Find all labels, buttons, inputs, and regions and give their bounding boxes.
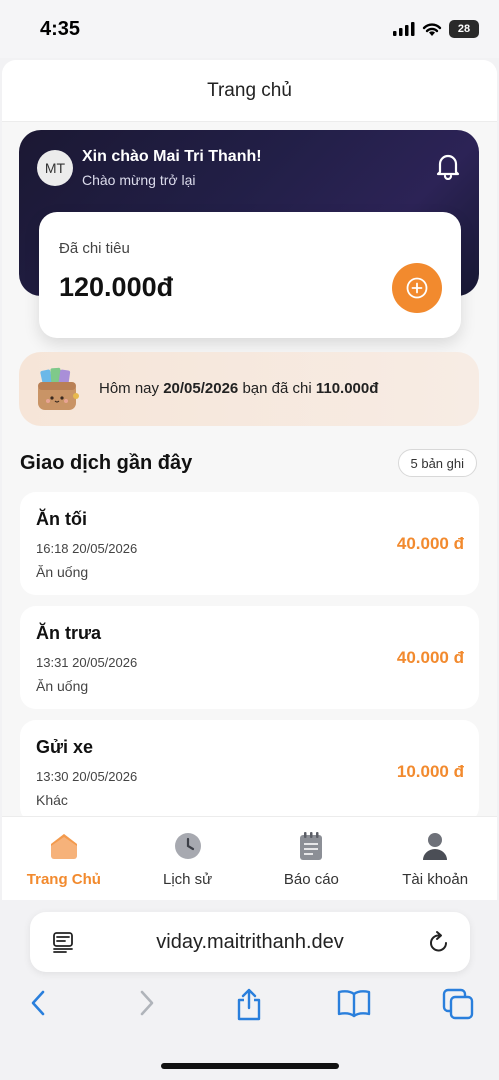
transaction-name: Ăn tối <box>36 509 87 529</box>
nav-label: Báo cáo <box>283 871 339 888</box>
forward-icon[interactable] <box>135 988 157 1018</box>
browser-toolbar: viday.maitrithanh.dev <box>0 900 499 1080</box>
browser-nav-bar <box>0 988 499 1028</box>
status-bar: 4:35 28 <box>0 0 499 58</box>
url-text: viday.maitrithanh.dev <box>156 931 344 953</box>
transaction-item[interactable]: Gửi xe 13:30 20/05/2026 Khác 10.000 đ <box>20 720 479 823</box>
signal-icon <box>393 22 415 36</box>
transaction-time: 16:18 20/05/2026 <box>36 541 138 556</box>
transaction-item[interactable]: Ăn tối 16:18 20/05/2026 Ăn uống 40.000 đ <box>20 492 479 595</box>
wallet-icon <box>38 367 79 410</box>
wifi-icon <box>422 22 442 36</box>
greeting-text: Xin chào Mai Tri Thanh! <box>82 148 262 165</box>
nav-item-account[interactable]: Tài khoản <box>373 817 497 900</box>
spent-value: 120.000đ <box>59 272 174 302</box>
nav-label: Trang Chủ <box>26 871 101 888</box>
bottom-nav: Trang Chủ Lịch sử Báo cáo Tài khoản <box>2 816 497 900</box>
nav-item-home[interactable]: Trang Chủ <box>2 817 126 900</box>
share-icon[interactable] <box>234 988 264 1022</box>
status-time: 4:35 <box>40 18 81 40</box>
clock-icon <box>174 833 201 859</box>
report-icon <box>300 832 323 860</box>
today-summary-banner: Hôm nay 20/05/2026 bạn đã chi 110.000đ <box>19 352 479 426</box>
transaction-category: Khác <box>36 792 68 808</box>
spent-label: Đã chi tiêu <box>59 240 130 257</box>
add-expense-button[interactable] <box>392 263 442 313</box>
back-icon[interactable] <box>28 988 50 1018</box>
nav-item-history[interactable]: Lịch sử <box>126 817 250 900</box>
nav-label: Lịch sử <box>163 871 213 888</box>
transaction-time: 13:30 20/05/2026 <box>36 769 138 784</box>
avatar[interactable]: MT <box>37 150 73 186</box>
transaction-amount: 40.000 đ <box>396 534 464 553</box>
reload-icon[interactable] <box>428 930 450 954</box>
spent-card: Đã chi tiêu 120.000đ <box>39 212 461 338</box>
app-header: Trang chủ <box>2 60 497 122</box>
nav-item-report[interactable]: Báo cáo <box>250 817 374 900</box>
nav-label: Tài khoản <box>402 871 469 888</box>
today-summary-text: Hôm nay 20/05/2026 bạn đã chi 110.000đ <box>99 380 379 397</box>
bookmarks-icon[interactable] <box>337 988 371 1018</box>
transaction-amount: 40.000 đ <box>396 648 464 667</box>
transaction-amount: 10.000 đ <box>396 762 464 781</box>
user-icon <box>423 833 448 860</box>
record-count-badge: 5 bản ghi <box>397 449 477 477</box>
recent-transactions-title: Giao dịch gần đây <box>20 452 193 474</box>
transaction-list: Ăn tối 16:18 20/05/2026 Ăn uống 40.000 đ… <box>20 492 479 834</box>
home-icon <box>50 834 77 859</box>
app-frame: Trang chủ MT Xin chào Mai Tri Thanh! Chà… <box>2 60 497 900</box>
home-indicator <box>161 1063 339 1069</box>
transaction-name: Ăn trưa <box>36 623 102 643</box>
tabs-icon[interactable] <box>442 988 474 1020</box>
transaction-category: Ăn uống <box>36 564 89 580</box>
battery-icon: 28 <box>449 20 479 38</box>
plus-circle-icon <box>406 277 428 299</box>
transaction-category: Ăn uống <box>36 678 89 694</box>
transaction-time: 13:31 20/05/2026 <box>36 655 138 670</box>
transaction-name: Gửi xe <box>36 737 94 757</box>
greeting-subtitle: Chào mừng trở lại <box>82 172 196 188</box>
address-bar[interactable]: viday.maitrithanh.dev <box>30 912 470 972</box>
status-icons: 28 <box>393 20 479 38</box>
page-title: Trang chủ <box>207 79 292 101</box>
transaction-item[interactable]: Ăn trưa 13:31 20/05/2026 Ăn uống 40.000 … <box>20 606 479 709</box>
bell-icon[interactable] <box>435 152 461 180</box>
